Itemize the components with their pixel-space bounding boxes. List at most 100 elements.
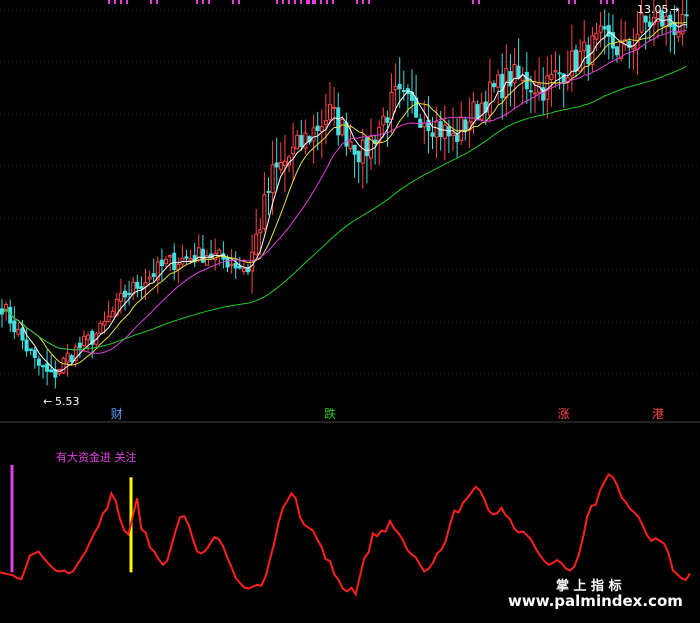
candle-up xyxy=(188,258,193,262)
candle-up xyxy=(520,75,525,82)
watermark-url: www.palmindex.com xyxy=(508,592,683,610)
candle-down xyxy=(200,248,205,263)
candle-down xyxy=(172,252,177,270)
low-label: 5.53 xyxy=(55,395,80,408)
candle-up xyxy=(229,263,234,266)
top-tick xyxy=(202,0,204,4)
candle-down xyxy=(643,15,648,23)
candle-down xyxy=(430,132,435,137)
candle-down xyxy=(684,14,689,17)
top-tick xyxy=(612,0,614,4)
candle-down xyxy=(647,21,652,28)
candle-up xyxy=(168,255,173,258)
candle-up xyxy=(348,141,353,149)
candle-down xyxy=(127,292,132,296)
top-tick xyxy=(308,0,310,4)
candle-up xyxy=(533,92,537,95)
top-tick xyxy=(294,0,296,4)
candle-up xyxy=(442,124,447,139)
high-label: 13.05 xyxy=(637,3,669,16)
candle-down xyxy=(225,256,230,268)
candle-down xyxy=(12,320,17,333)
candle-up xyxy=(291,146,296,155)
top-tick xyxy=(276,0,278,4)
candle-up xyxy=(328,104,332,121)
candle-up xyxy=(102,320,107,326)
candle-down xyxy=(315,125,320,131)
high-arrow-icon: → xyxy=(670,3,679,16)
candle-up xyxy=(65,352,70,363)
candle-up xyxy=(270,164,275,194)
candle-down xyxy=(606,25,611,37)
top-tick xyxy=(312,0,314,4)
candle-up xyxy=(278,161,283,170)
candle-up xyxy=(360,139,365,164)
candle-up xyxy=(82,335,86,347)
candle-down xyxy=(508,71,513,87)
candle-down xyxy=(139,286,144,290)
candle-up xyxy=(196,247,201,261)
candle-down xyxy=(385,117,390,123)
top-tick xyxy=(326,0,328,4)
candle-up xyxy=(86,334,91,341)
candle-up xyxy=(16,328,21,335)
candle-up xyxy=(549,73,554,80)
candle-down xyxy=(41,365,45,368)
candle-down xyxy=(602,26,607,30)
candle-up xyxy=(262,194,267,230)
candle-down xyxy=(352,144,357,155)
candle-down xyxy=(24,339,29,352)
candle-down xyxy=(455,134,460,142)
top-tick xyxy=(478,0,480,4)
candle-up xyxy=(241,268,246,273)
top-tick xyxy=(114,0,116,4)
top-tick xyxy=(120,0,122,4)
candle-up xyxy=(598,25,603,33)
candle-down xyxy=(364,137,369,157)
candle-down xyxy=(49,369,54,373)
candle-up xyxy=(311,127,316,142)
candle-down xyxy=(336,107,341,136)
top-tick xyxy=(300,0,302,4)
candle-down xyxy=(20,327,25,341)
candle-up xyxy=(496,74,501,88)
top-tick xyxy=(362,0,364,4)
event-label: 涨 xyxy=(558,406,570,421)
candle-down xyxy=(615,46,619,56)
event-label: 港 xyxy=(652,407,664,421)
candle-up xyxy=(676,32,681,38)
candle-up xyxy=(147,276,152,280)
candle-down xyxy=(528,90,533,93)
candle-up xyxy=(61,357,66,374)
chart-stage: 财跌涨港 13.05 → ← 5.53 有大资金进 关注 掌 上 指 标 www… xyxy=(0,0,700,623)
candle-down xyxy=(463,119,468,132)
top-tick xyxy=(238,0,240,4)
candle-down xyxy=(557,72,562,75)
top-tick xyxy=(320,0,322,4)
candle-down xyxy=(32,349,37,358)
candle-up xyxy=(553,70,558,73)
candle-up xyxy=(639,13,644,33)
candle-up xyxy=(164,258,168,264)
candle-down xyxy=(356,150,361,163)
candle-up xyxy=(254,233,259,255)
top-tick xyxy=(472,0,474,4)
candle-up xyxy=(582,41,587,52)
candle-up xyxy=(451,133,455,137)
candle-up xyxy=(393,85,398,91)
candle-up xyxy=(176,264,181,270)
top-tick xyxy=(356,0,358,4)
top-tick xyxy=(282,0,284,4)
top-tick xyxy=(196,0,198,4)
top-tick xyxy=(574,0,576,4)
event-label: 财 xyxy=(111,407,123,421)
candle-up xyxy=(381,115,386,126)
candle-down xyxy=(28,348,33,351)
top-tick xyxy=(156,0,158,4)
candle-down xyxy=(237,265,242,269)
top-tick xyxy=(150,0,152,4)
candle-up xyxy=(332,106,337,109)
candle-down xyxy=(77,342,82,349)
candle-up xyxy=(434,121,439,138)
candle-up xyxy=(594,32,599,40)
